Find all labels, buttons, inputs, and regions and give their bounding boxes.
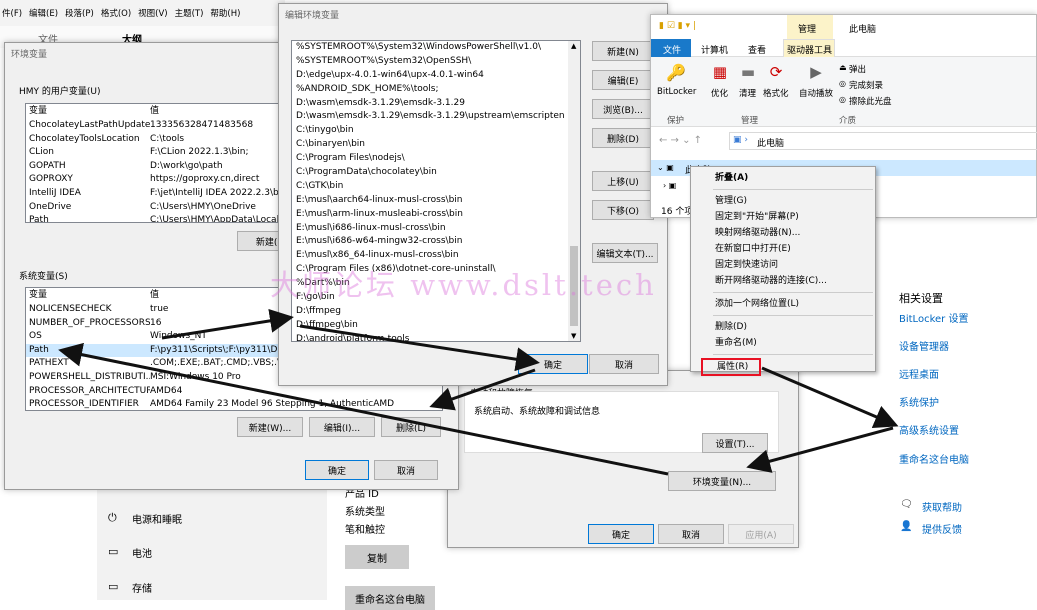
- arrow-advanced-to-envvars: [746, 426, 894, 473]
- arrow-ffmpeg-to-ok: [299, 324, 540, 372]
- arrow-envvars-to-path: [58, 342, 669, 476]
- arrow-ok-to-envok: [429, 368, 536, 411]
- annotation-arrows: [58, 308, 899, 476]
- arrow-properties-to-advanced: [761, 366, 899, 428]
- arrow-path-to-edit: [161, 308, 294, 340]
